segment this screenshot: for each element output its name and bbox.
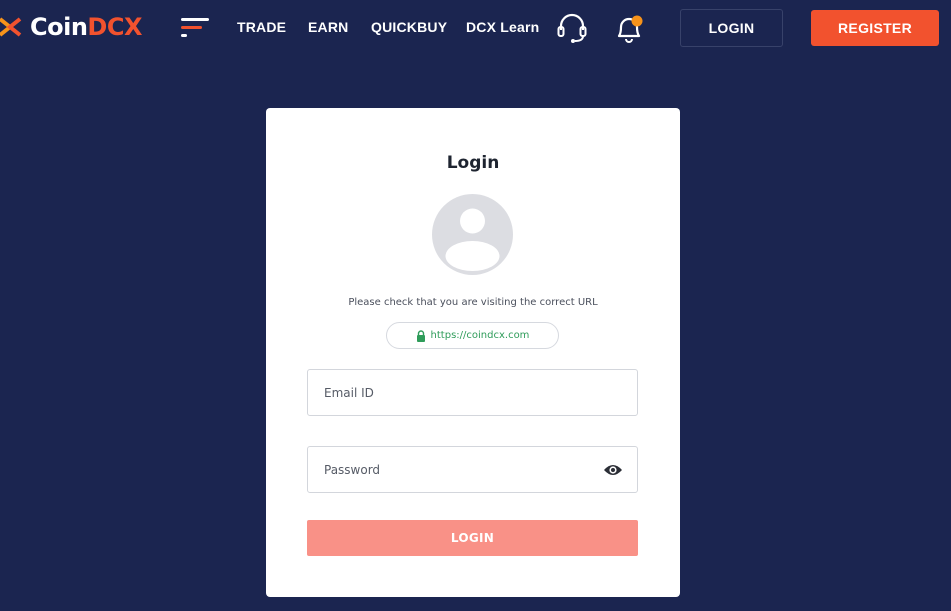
nav-dcx-learn[interactable]: DCX Learn [466, 19, 539, 35]
logo-text: CoinDCX [30, 13, 142, 41]
menu-bars-icon[interactable] [180, 16, 210, 40]
url-check-note: Please check that you are visiting the c… [348, 297, 598, 308]
email-field-wrapper [307, 369, 638, 416]
secure-url-badge: https://coindcx.com [386, 322, 559, 349]
top-navigation-bar: CoinDCX TRADE EARN QUICKBUY DCX Learn LO… [0, 0, 951, 56]
login-card: Login Please check that you are visiting… [266, 108, 680, 597]
nav-trade[interactable]: TRADE [237, 19, 286, 35]
logo-text-primary: Coin [30, 13, 88, 41]
lock-icon [416, 329, 425, 342]
header-login-button[interactable]: LOGIN [680, 9, 783, 47]
user-avatar-icon [432, 194, 513, 275]
nav-quickbuy[interactable]: QUICKBUY [371, 19, 447, 35]
email-input[interactable] [308, 370, 637, 415]
password-input[interactable] [308, 447, 637, 492]
password-field-wrapper [307, 446, 638, 493]
eye-icon[interactable] [603, 463, 623, 477]
logo-text-accent: DCX [87, 13, 142, 41]
secure-url-text: https://coindcx.com [430, 330, 530, 341]
register-button[interactable]: REGISTER [811, 10, 939, 46]
nav-earn[interactable]: EARN [308, 19, 348, 35]
notification-dot [631, 15, 643, 27]
coindcx-logo-mark-icon [0, 17, 22, 37]
headset-icon[interactable] [555, 11, 589, 45]
login-title: Login [446, 153, 500, 173]
coindcx-logo[interactable]: CoinDCX [0, 10, 142, 44]
login-submit-button[interactable]: LOGIN [307, 520, 638, 556]
bell-icon[interactable] [611, 11, 647, 45]
